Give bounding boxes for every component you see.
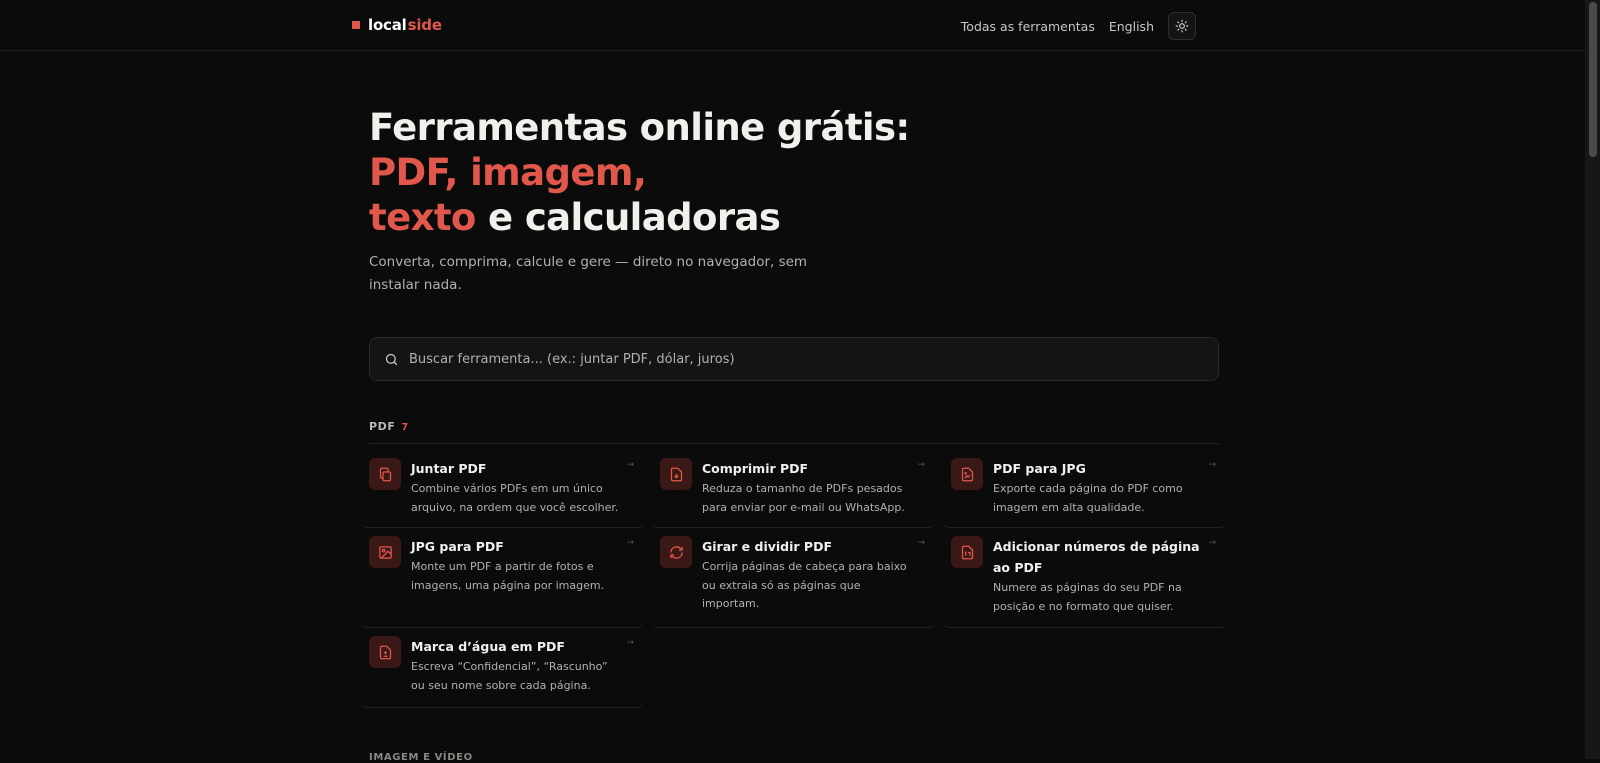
tool-description: Combine vários PDFs em um único arquivo,… xyxy=(411,482,619,514)
tool-description: Exporte cada página do PDF como imagem e… xyxy=(993,482,1183,514)
files-icon xyxy=(369,458,401,490)
hero-title-accent-b: texto xyxy=(369,196,476,239)
hero-title-accent-a: PDF, imagem, xyxy=(369,151,647,194)
page-scrollbar[interactable] xyxy=(1585,0,1600,759)
file-image-icon xyxy=(951,458,983,490)
tool-card-juntar-pdf[interactable]: Juntar PDF Combine vários PDFs em um úni… xyxy=(361,450,644,528)
file-download-icon xyxy=(660,458,692,490)
arrow-right-icon: → xyxy=(626,460,634,470)
arrow-right-icon: → xyxy=(626,638,634,648)
arrow-right-icon: → xyxy=(917,460,925,470)
top-navigation-bar: localside Todas as ferramentas English xyxy=(0,0,1585,51)
hero-title-part-b: e calculadoras xyxy=(475,196,781,239)
tool-card-jpg-para-pdf[interactable]: JPG para PDF Monte um PDF a partir de fo… xyxy=(361,528,644,628)
header-nav: Todas as ferramentas English xyxy=(961,12,1196,40)
arrow-right-icon: → xyxy=(1208,460,1216,470)
tool-title: PDF para JPG xyxy=(993,461,1086,476)
search-icon xyxy=(385,353,398,365)
hero-title: Ferramentas online grátis: PDF, imagem, t… xyxy=(369,105,969,240)
rotate-icon xyxy=(660,536,692,568)
section-count-badge: 7 xyxy=(401,422,409,433)
file-number-icon xyxy=(951,536,983,568)
tool-card-pdf-para-jpg[interactable]: PDF para JPG Exporte cada página do PDF … xyxy=(943,450,1226,528)
search-box[interactable] xyxy=(369,337,1219,381)
arrow-right-icon: → xyxy=(917,538,925,548)
tool-card-marca-dagua[interactable]: Marca d’água em PDF Escreva “Confidencia… xyxy=(361,628,644,708)
tool-description: Escreva “Confidencial”, “Rascunho” ou se… xyxy=(411,660,608,692)
tool-title: Marca d’água em PDF xyxy=(411,639,565,654)
brand-square-icon xyxy=(352,21,360,29)
tool-description: Reduza o tamanho de PDFs pesados para en… xyxy=(702,482,905,514)
search-input[interactable] xyxy=(409,351,1218,367)
tool-title: Girar e dividir PDF xyxy=(702,539,832,554)
all-tools-link[interactable]: Todas as ferramentas xyxy=(961,19,1095,34)
brand-logo-link[interactable]: localside xyxy=(352,16,442,34)
section-heading-image-video: IMAGEM E VÍDEO xyxy=(369,752,473,763)
tool-description: Numere as páginas do seu PDF na posição … xyxy=(993,581,1182,613)
section-label: PDF xyxy=(369,420,396,433)
brand-text-side: side xyxy=(407,16,442,34)
hero-title-part-a: Ferramentas online grátis: xyxy=(369,106,910,149)
theme-toggle-button[interactable] xyxy=(1168,12,1196,40)
file-stamp-icon xyxy=(369,636,401,668)
scrollbar-thumb[interactable] xyxy=(1589,2,1597,157)
arrow-right-icon: → xyxy=(626,538,634,548)
language-link[interactable]: English xyxy=(1109,19,1154,34)
tool-title: Adicionar números de página ao PDF xyxy=(993,539,1200,575)
hero-subtitle: Converta, comprima, calcule e gere — dir… xyxy=(369,254,808,293)
arrow-right-icon: → xyxy=(1208,538,1216,548)
tool-card-comprimir-pdf[interactable]: Comprimir PDF Reduza o tamanho de PDFs p… xyxy=(652,450,935,528)
tool-card-numeros-pagina[interactable]: Adicionar números de página ao PDF Numer… xyxy=(943,528,1226,628)
tool-title: Juntar PDF xyxy=(411,461,487,476)
tool-description: Monte um PDF a partir de fotos e imagens… xyxy=(411,560,605,592)
tool-title: Comprimir PDF xyxy=(702,461,809,476)
tool-title: JPG para PDF xyxy=(411,539,504,554)
tool-description: Corrija páginas de cabeça para baixo ou … xyxy=(702,560,907,610)
image-icon xyxy=(369,536,401,568)
section-heading-pdf: PDF 7 xyxy=(369,420,1219,444)
sun-icon xyxy=(1175,19,1189,33)
brand-text-local: local xyxy=(368,16,407,34)
tool-card-girar-dividir-pdf[interactable]: Girar e dividir PDF Corrija páginas de c… xyxy=(652,528,935,628)
